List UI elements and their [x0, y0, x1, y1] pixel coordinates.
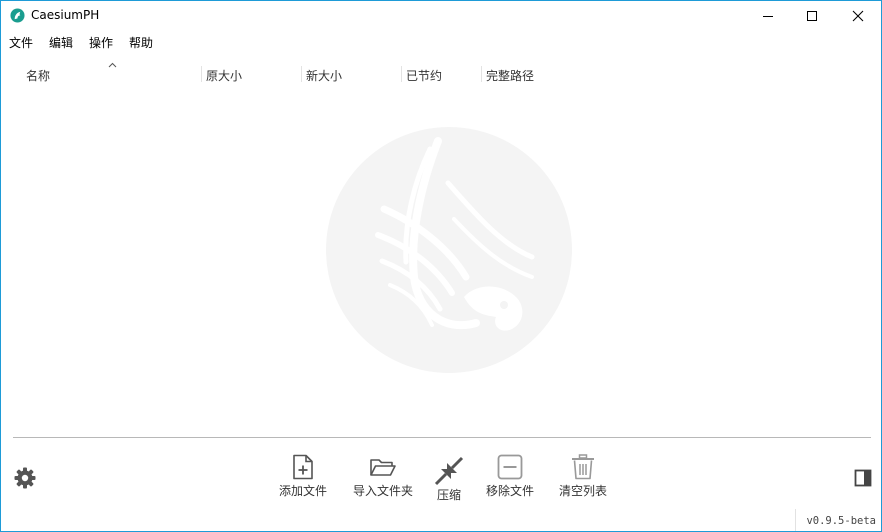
caesium-watermark-icon	[326, 127, 572, 373]
file-list[interactable]	[13, 87, 871, 437]
minimize-button[interactable]	[745, 1, 791, 31]
folder-open-icon	[370, 459, 396, 476]
maximize-button[interactable]	[789, 1, 835, 31]
add-files-button[interactable]: 添加文件	[263, 454, 343, 504]
column-divider[interactable]	[481, 66, 482, 82]
add-files-label: 添加文件	[278, 484, 327, 498]
close-button[interactable]	[835, 1, 881, 31]
settings-button[interactable]	[13, 466, 37, 490]
remove-files-button[interactable]: 移除文件	[470, 454, 550, 504]
sort-ascending-icon	[108, 62, 117, 68]
clear-list-label: 清空列表	[558, 484, 607, 498]
column-header-original-size[interactable]: 原大小	[206, 67, 242, 84]
gear-icon	[14, 467, 36, 489]
column-divider[interactable]	[301, 66, 302, 82]
column-header-saved[interactable]: 已节约	[406, 67, 442, 84]
app-window: CaesiumPH 文件 编辑 操作 帮助 名称 原大小 新大小 已节约 完整路…	[0, 0, 882, 532]
toolbar-divider	[13, 437, 871, 438]
clear-list-button[interactable]: 清空列表	[543, 454, 623, 504]
side-panel-toggle-button[interactable]	[853, 468, 873, 488]
title-bar[interactable]: CaesiumPH	[1, 1, 881, 31]
column-header-full-path[interactable]: 完整路径	[486, 67, 534, 84]
column-header-new-size[interactable]: 新大小	[306, 67, 342, 84]
status-bar: v0.9.5-beta	[795, 509, 881, 531]
compress-arrows-icon	[434, 456, 464, 486]
menu-help[interactable]: 帮助	[129, 34, 153, 51]
file-table-header: 名称 原大小 新大小 已节约 完整路径	[13, 62, 871, 87]
maximize-icon	[807, 11, 817, 21]
menu-action[interactable]: 操作	[89, 34, 113, 51]
remove-icon	[497, 454, 523, 480]
remove-files-label: 移除文件	[485, 484, 534, 498]
minimize-icon	[763, 16, 773, 17]
menu-edit[interactable]: 编辑	[49, 34, 73, 51]
column-header-name[interactable]: 名称	[26, 67, 50, 84]
column-divider[interactable]	[201, 66, 202, 82]
app-logo-icon	[10, 8, 25, 23]
window-title: CaesiumPH	[31, 8, 100, 22]
add-file-icon	[293, 454, 313, 480]
menu-file[interactable]: 文件	[9, 34, 33, 51]
column-divider[interactable]	[401, 66, 402, 82]
version-label: v0.9.5-beta	[806, 515, 876, 527]
close-icon	[852, 10, 864, 22]
side-panel-icon	[854, 469, 872, 487]
trash-icon	[572, 454, 594, 480]
